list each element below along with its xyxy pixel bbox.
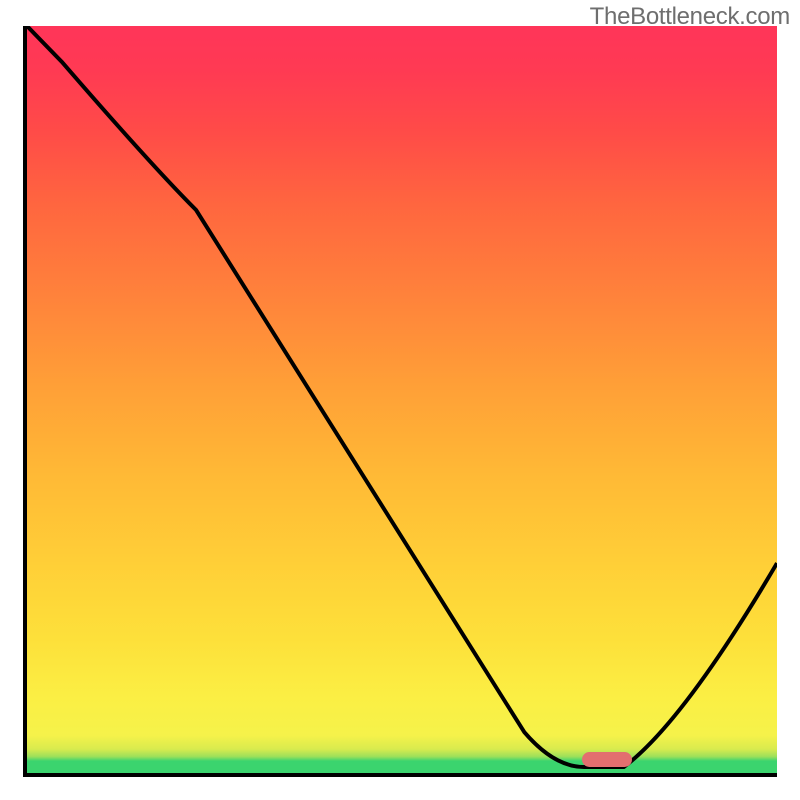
curve-line xyxy=(27,26,777,773)
chart-container: TheBottleneck.com xyxy=(0,0,800,800)
watermark-text: TheBottleneck.com xyxy=(590,3,790,31)
plot-area xyxy=(23,26,777,777)
bottleneck-marker xyxy=(582,752,632,767)
curve-path xyxy=(27,26,777,767)
